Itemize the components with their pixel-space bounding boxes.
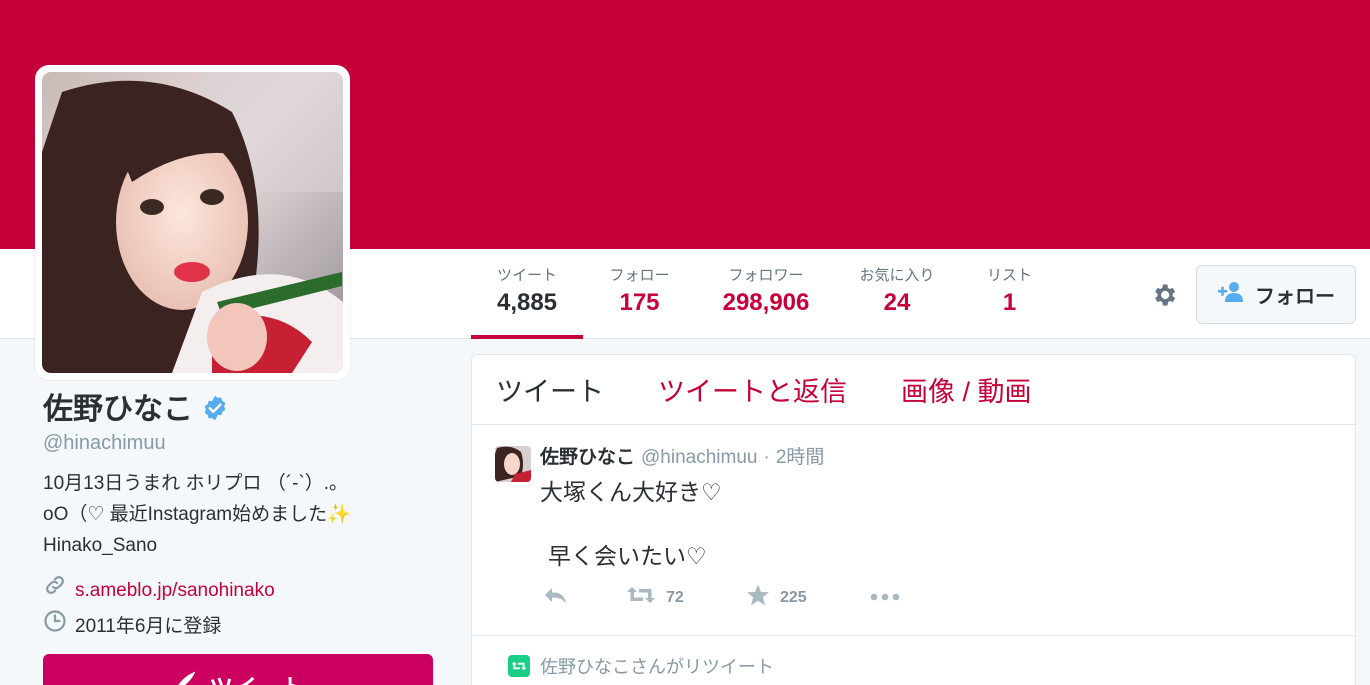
- bio-line: Hinako_Sano: [43, 535, 158, 556]
- stat-label: フォロワー: [728, 267, 804, 284]
- retweet-icon: [508, 655, 530, 677]
- profile-card: 佐野ひなこ @hinachimuu 10月13日うまれ ホリプロ （´-`）.｡…: [43, 390, 443, 645]
- profile-name[interactable]: 佐野ひなこ: [43, 390, 193, 430]
- timeline-tabs: ツイート ツイートと返信 画像 / 動画: [472, 355, 1355, 425]
- more-icon: [870, 589, 900, 607]
- stat-following[interactable]: フォロー 175: [583, 249, 696, 339]
- add-user-icon: [1217, 281, 1245, 309]
- stat-label: フォロー: [609, 267, 670, 284]
- tweet-to-button-label: ツイート: [209, 668, 305, 685]
- tweet-text: 大塚くん大好き♡ 早く会いたい♡: [540, 476, 722, 572]
- tweet-item[interactable]: 佐野ひなこ @hinachimuu · 2時間 大塚くん大好き♡ 早く会いたい♡: [472, 426, 1355, 636]
- favorite-button[interactable]: 225: [746, 584, 870, 611]
- retweet-context: 佐野ひなこさんがリツイート: [508, 653, 774, 679]
- join-date: 2011年6月に登録: [75, 616, 222, 637]
- tweet-avatar[interactable]: [495, 446, 531, 482]
- stat-label: リスト: [986, 267, 1032, 284]
- link-icon: [43, 573, 67, 609]
- profile-screen-name[interactable]: @hinachimuu: [43, 430, 443, 456]
- stat-followers[interactable]: フォロワー 298,906: [696, 249, 836, 339]
- quill-icon: [171, 668, 199, 685]
- retweet-icon: [626, 585, 656, 610]
- bio-line: oO（♡ 最近Instagram始めました✨: [43, 504, 351, 525]
- reply-icon: [542, 585, 568, 610]
- tweet-to-button[interactable]: ツイート: [43, 654, 433, 685]
- profile-avatar[interactable]: [35, 65, 350, 380]
- favorite-count: 225: [780, 588, 807, 606]
- tweet-timestamp[interactable]: 2時間: [776, 442, 825, 469]
- tweet-separator: ·: [763, 447, 770, 468]
- stat-tweets[interactable]: ツイート 4,885: [471, 249, 583, 339]
- stat-lists[interactable]: リスト 1: [958, 249, 1061, 339]
- clock-icon: [43, 609, 67, 645]
- verified-icon: [201, 394, 229, 427]
- profile-bio: 10月13日うまれ ホリプロ （´-`）.｡ oO（♡ 最近Instagram始…: [43, 468, 423, 561]
- retweet-count: 72: [666, 588, 684, 606]
- stat-value: 298,906: [722, 289, 810, 316]
- tab-tweets[interactable]: ツイート: [496, 370, 604, 409]
- tab-media[interactable]: 画像 / 動画: [901, 370, 1032, 409]
- star-icon: [746, 584, 770, 611]
- tweet-actions: 72 225: [542, 584, 900, 611]
- bio-line: 10月13日うまれ ホリプロ （´-`）.｡: [43, 473, 339, 494]
- tweet-line: 大塚くん大好き♡: [540, 479, 722, 505]
- tab-tweets-and-replies[interactable]: ツイートと返信: [658, 370, 847, 409]
- retweet-button[interactable]: 72: [626, 585, 746, 610]
- profile-stats: ツイート 4,885 フォロー 175 フォロワー 298,906 お気に入り …: [471, 249, 1061, 339]
- tweet-author[interactable]: 佐野ひなこ: [540, 442, 635, 469]
- more-button[interactable]: [870, 589, 900, 607]
- reply-button[interactable]: [542, 585, 626, 610]
- stat-label: お気に入り: [859, 267, 935, 284]
- stat-label: ツイート: [496, 267, 557, 284]
- retweet-context-text[interactable]: 佐野ひなこさんがリツイート: [540, 653, 774, 679]
- follow-button[interactable]: フォロー: [1196, 265, 1356, 324]
- stat-value: 175: [619, 289, 660, 316]
- stat-value: 4,885: [496, 289, 558, 316]
- tweet-line: 早く会いたい♡: [548, 543, 707, 569]
- gear-icon[interactable]: [1148, 279, 1180, 311]
- profile-link[interactable]: s.ameblo.jp/sanohinako: [75, 574, 275, 608]
- stat-value: 24: [883, 289, 911, 316]
- stat-value: 1: [1002, 289, 1017, 316]
- stat-favorites[interactable]: お気に入り 24: [836, 249, 958, 339]
- timeline-panel: ツイート ツイートと返信 画像 / 動画 佐野ひなこ @hinachimuu ·…: [471, 354, 1356, 685]
- tweet-handle[interactable]: @hinachimuu: [641, 447, 757, 469]
- follow-button-label: フォロー: [1255, 286, 1335, 308]
